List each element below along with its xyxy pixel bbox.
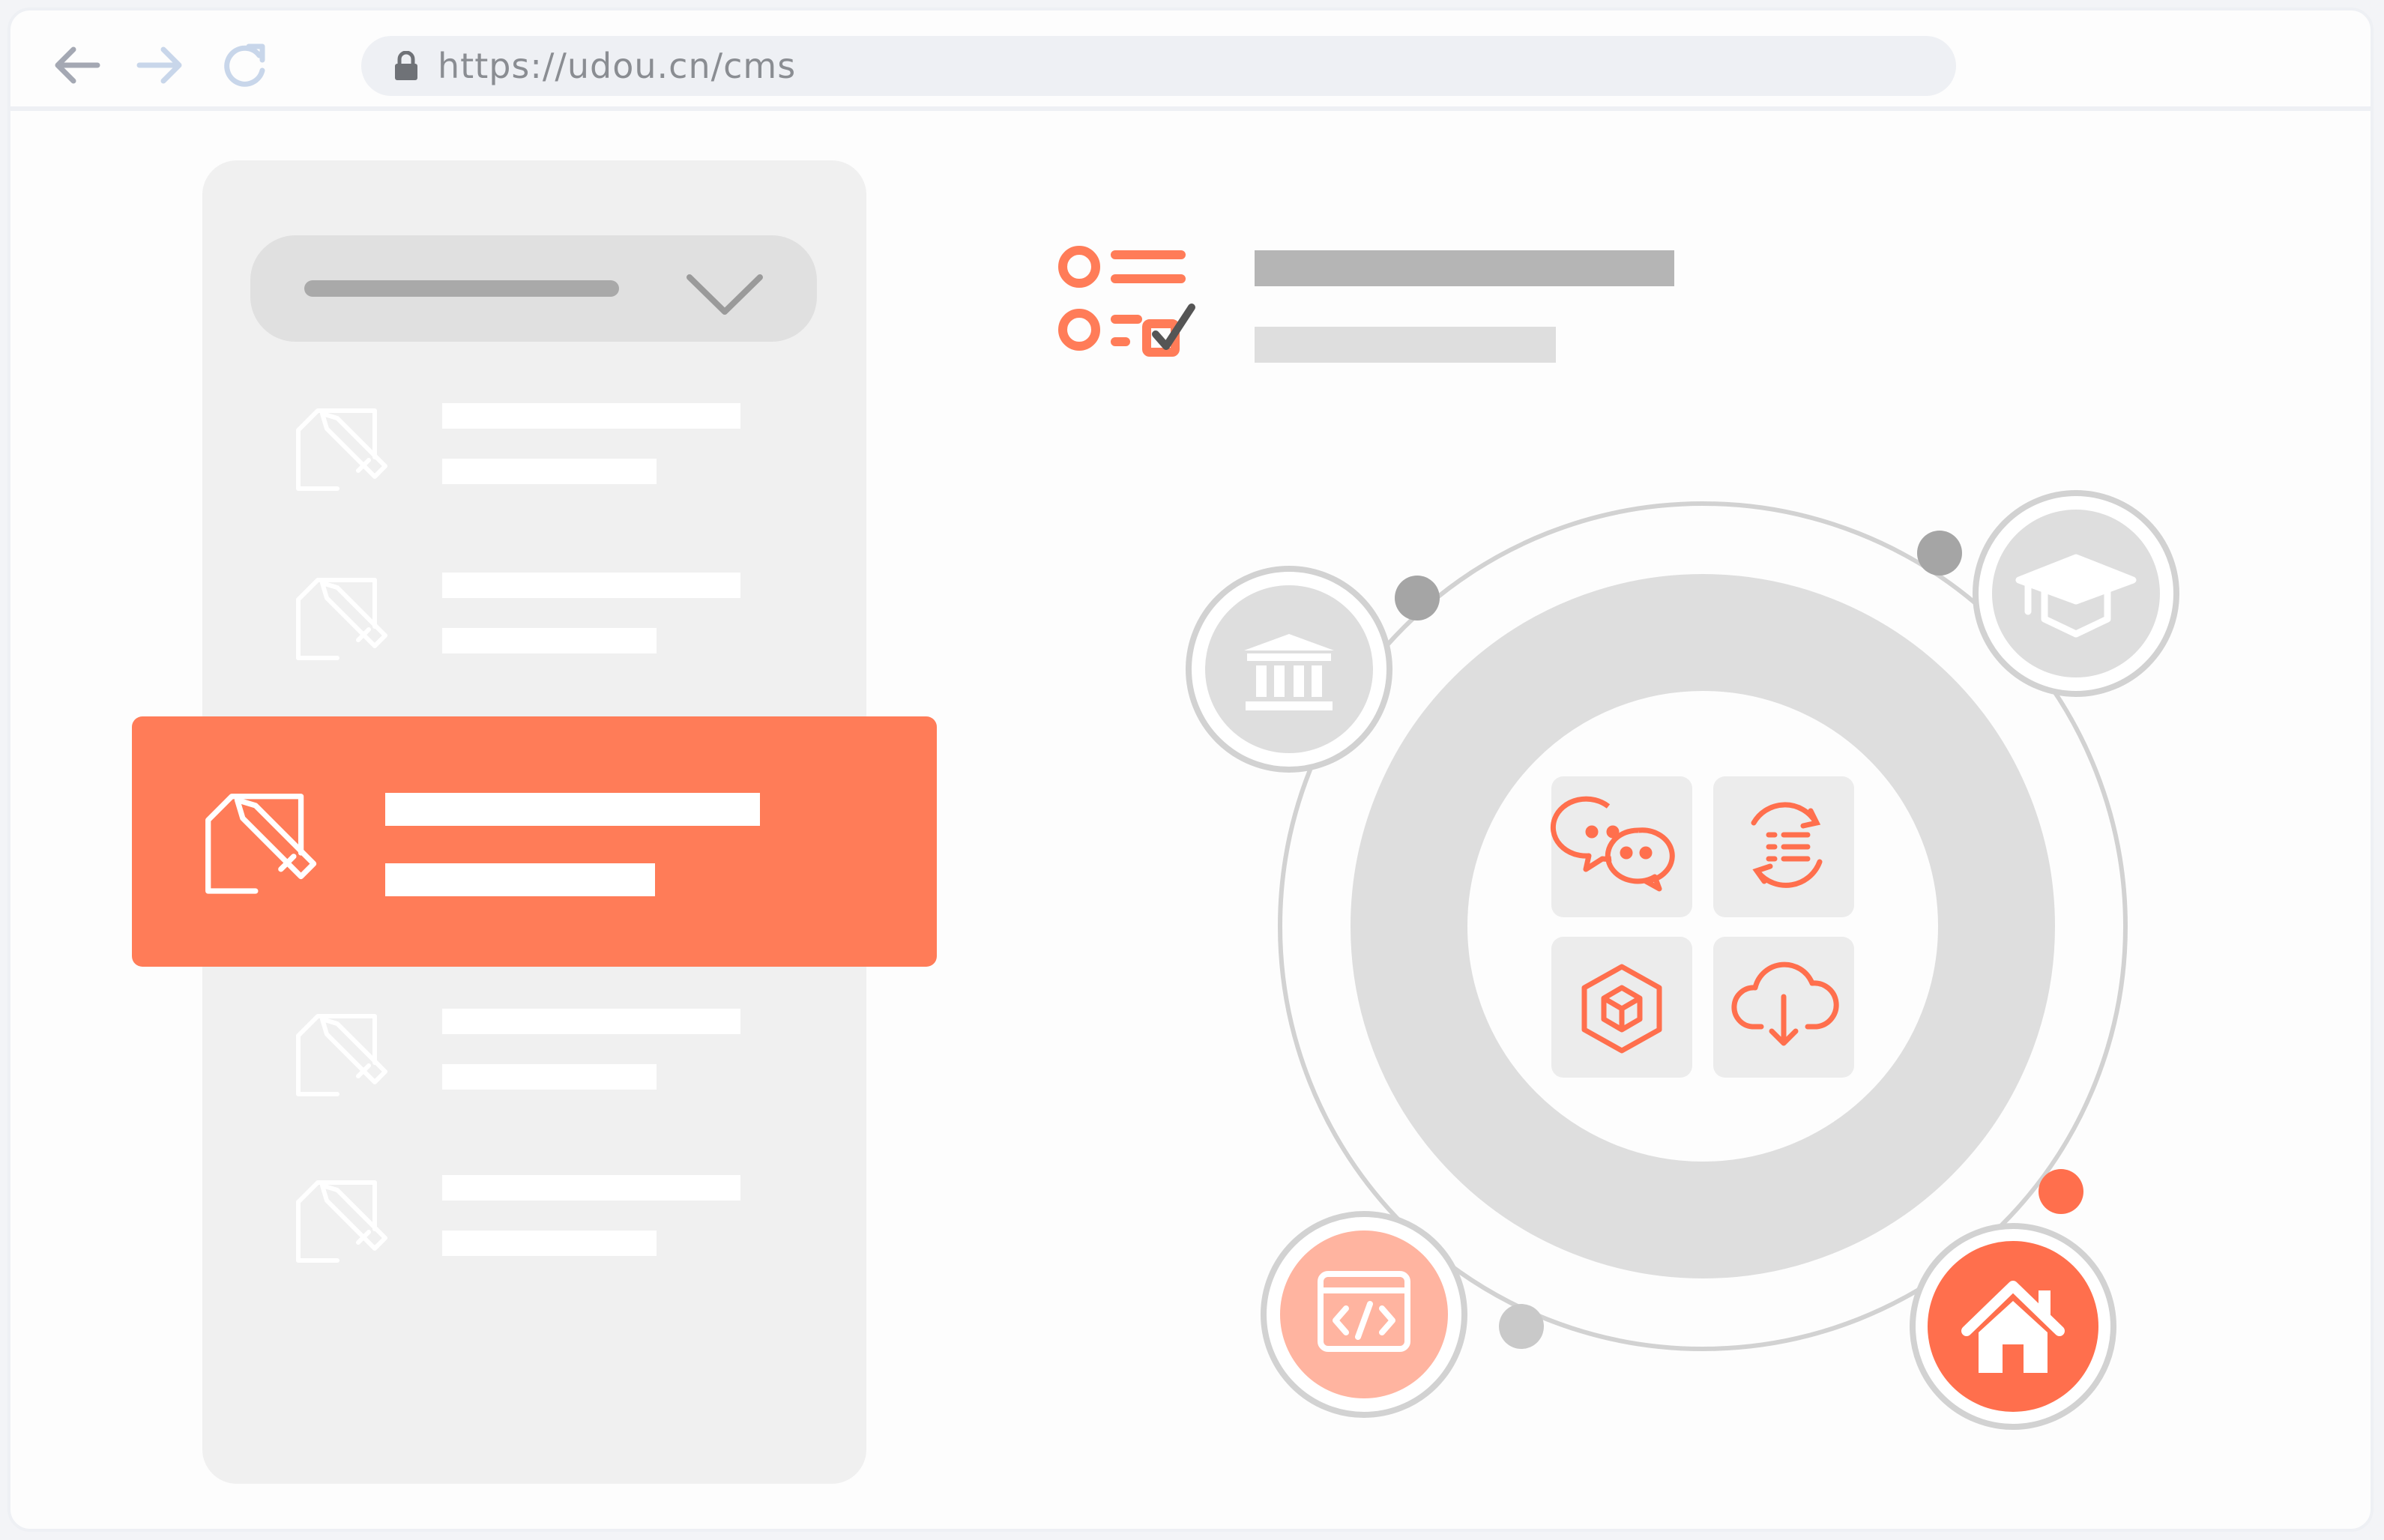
cube-tile[interactable] (1551, 937, 1692, 1078)
orbit-dot (1395, 576, 1440, 620)
hub-ring (1351, 574, 2055, 1278)
list-sync-tile[interactable] (1713, 776, 1854, 917)
code-window-satellite[interactable] (1261, 1211, 1467, 1418)
orbit-dot (1917, 531, 1962, 576)
orbit-dot (2039, 1169, 2083, 1214)
integration-hub (1186, 490, 2179, 1430)
cloud-download-tile[interactable] (1713, 937, 1854, 1078)
graduation-cap-satellite[interactable] (1973, 490, 2179, 697)
illustration-frame: https://udou.cn/cms (0, 0, 2384, 1540)
orbit-dot (1499, 1304, 1544, 1349)
bank-satellite[interactable] (1186, 566, 1392, 773)
wechat-tile[interactable] (1550, 776, 1692, 917)
home-satellite[interactable] (1910, 1223, 2116, 1430)
